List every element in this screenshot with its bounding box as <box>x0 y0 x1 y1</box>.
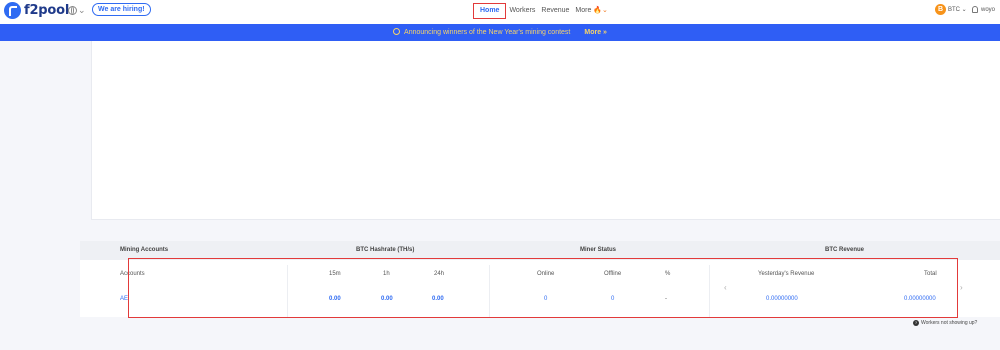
nav-more[interactable]: More 🔥⌄ <box>572 3 611 19</box>
column-15m: 15m <box>329 271 341 277</box>
column-divider <box>709 265 710 318</box>
table-group-header: Mining Accounts BTC Hashrate (TH/s) Mine… <box>80 241 1000 260</box>
online-count[interactable]: 0 <box>544 296 547 302</box>
total-revenue-value: 0.00000000 <box>904 296 936 302</box>
percent-value: - <box>665 296 667 302</box>
chevron-right-icon[interactable]: › <box>960 283 963 292</box>
column-accounts: Accounts <box>120 271 145 277</box>
header-btc-hashrate: BTC Hashrate (TH/s) <box>356 247 415 253</box>
column-online: Online <box>537 271 555 277</box>
yesterday-revenue-value: 0.00000000 <box>766 296 798 302</box>
chevron-down-icon: ⌄ <box>78 5 86 15</box>
bitcoin-icon: B <box>935 4 946 15</box>
header-mining-accounts: Mining Accounts <box>120 247 169 253</box>
username: woyo <box>981 6 996 13</box>
hashrate-15m: 0.00 <box>329 296 341 302</box>
column-percent: % <box>665 271 671 277</box>
column-offline: Offline <box>604 271 622 277</box>
top-navigation-bar: f2pool ⌄ We are hiring! Home Workers Rev… <box>0 0 1000 24</box>
mining-accounts-table: Mining Accounts BTC Hashrate (TH/s) Mine… <box>80 241 1000 317</box>
header-btc-revenue: BTC Revenue <box>825 247 865 253</box>
globe-icon <box>68 6 77 15</box>
coin-selector[interactable]: B BTC ⌄ <box>935 4 967 15</box>
hashrate-24h: 0.00 <box>432 296 444 302</box>
announcement-banner[interactable]: Announcing winners of the New Year's min… <box>0 24 1000 41</box>
banner-more-link[interactable]: More » <box>584 29 607 36</box>
question-icon: ? <box>913 320 919 326</box>
account-link[interactable]: AE <box>120 296 128 302</box>
nav-more-label: More <box>575 7 592 14</box>
column-24h: 24h <box>434 271 445 277</box>
logo-text: f2pool <box>24 3 70 18</box>
column-divider <box>287 265 288 318</box>
help-text: Workers not showing up? <box>921 320 978 326</box>
column-yesterday-revenue: Yesterday's Revenue <box>758 271 815 277</box>
coin-label: BTC ⌄ <box>948 7 967 13</box>
user-icon <box>972 6 978 13</box>
announcement-icon <box>393 28 401 35</box>
chevron-left-icon[interactable]: ‹ <box>724 283 727 292</box>
column-total: Total <box>924 271 937 277</box>
nav-revenue[interactable]: Revenue <box>538 3 572 19</box>
language-selector[interactable]: ⌄ <box>68 5 86 16</box>
hiring-button[interactable]: We are hiring! <box>92 3 151 16</box>
main-nav: Home Workers Revenue More 🔥⌄ <box>473 3 611 19</box>
offline-count[interactable]: 0 <box>611 296 614 302</box>
nav-home[interactable]: Home <box>473 3 507 19</box>
user-menu[interactable]: woyo <box>972 6 995 13</box>
hashrate-chart-panel <box>91 41 1000 220</box>
hashrate-1h: 0.00 <box>381 296 393 302</box>
f2pool-logo[interactable]: f2pool <box>4 2 69 19</box>
banner-text: Announcing winners of the New Year's min… <box>404 29 571 36</box>
f2pool-logo-icon <box>4 2 21 19</box>
workers-help-link[interactable]: ? Workers not showing up? <box>913 320 977 326</box>
nav-workers[interactable]: Workers <box>506 3 538 19</box>
fire-icon: 🔥⌄ <box>593 7 608 14</box>
header-miner-status: Miner Status <box>580 247 617 253</box>
column-divider <box>489 265 490 318</box>
column-1h: 1h <box>383 271 390 277</box>
